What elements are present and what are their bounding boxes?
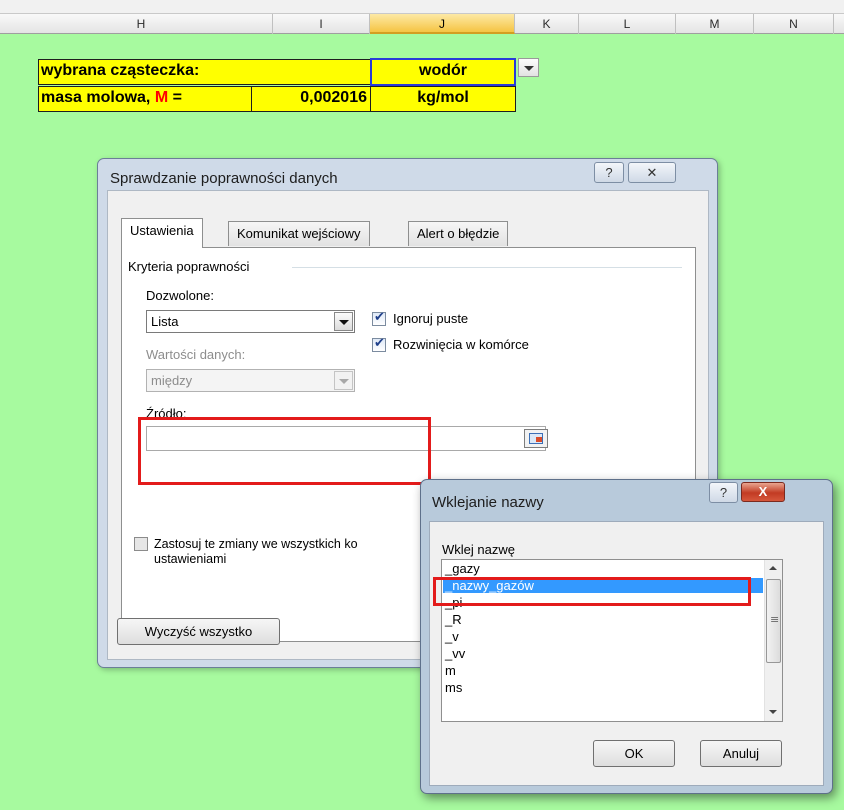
allow-select-value: Lista — [151, 314, 179, 329]
cell-dropdown-arrow[interactable] — [518, 58, 539, 77]
chevron-down-icon — [334, 371, 353, 390]
ignore-blank-label[interactable]: Ignoruj puste — [393, 311, 468, 326]
list-item[interactable]: m — [445, 663, 456, 678]
clear-all-button[interactable]: Wyczyść wszystko — [117, 618, 280, 645]
column-header-k[interactable]: K — [515, 14, 579, 34]
column-header-m[interactable]: M — [676, 14, 754, 34]
list-item[interactable]: _vv — [445, 646, 465, 661]
ignore-blank-checkbox[interactable] — [372, 310, 386, 326]
scroll-up-icon[interactable] — [765, 560, 782, 577]
apply-all-checkbox[interactable] — [134, 537, 148, 551]
in-cell-dropdown-checkbox[interactable] — [372, 336, 386, 352]
paste-dialog-body: Wklej nazwę _gazy _nazwy_gazów _pi _R _v… — [429, 521, 824, 786]
list-item[interactable]: ms — [445, 680, 462, 695]
chevron-down-icon[interactable] — [334, 312, 353, 331]
cell-molar-mass-unit[interactable]: kg/mol — [370, 86, 516, 112]
list-scrollbar[interactable] — [764, 560, 782, 721]
in-cell-dropdown-label[interactable]: Rozwinięcia w komórce — [393, 337, 529, 352]
help-button[interactable]: ? — [594, 162, 624, 183]
range-select-icon — [529, 433, 543, 444]
dialog-title: Sprawdzanie poprawności danych — [110, 170, 338, 187]
column-header-h[interactable]: H — [10, 14, 273, 34]
cell-selected-molecule-value[interactable]: wodór — [370, 58, 516, 86]
collapse-dialog-button[interactable] — [524, 429, 548, 448]
close-button[interactable]: X — [741, 482, 785, 502]
ribbon-strip — [0, 0, 844, 14]
paste-dialog-title: Wklejanie nazwy — [432, 494, 544, 511]
allow-select[interactable]: Lista — [146, 310, 355, 333]
scroll-down-icon[interactable] — [765, 704, 782, 721]
data-select-value: między — [151, 373, 193, 388]
list-item[interactable]: _v — [445, 629, 459, 644]
highlight-selected-name — [433, 577, 751, 606]
list-item[interactable]: _gazy — [445, 561, 480, 576]
cancel-button[interactable]: Anuluj — [700, 740, 782, 767]
column-headers: H I J K L M N — [0, 14, 844, 34]
column-header-l[interactable]: L — [579, 14, 676, 34]
paste-name-label: Wklej nazwę — [442, 542, 515, 557]
ok-button[interactable]: OK — [593, 740, 675, 767]
apply-all-label-line1[interactable]: Zastosuj te zmiany we wszystkich ko — [154, 537, 358, 551]
column-header-i[interactable]: I — [273, 14, 370, 34]
molar-mass-prefix: masa molowa, — [41, 89, 155, 106]
tab-settings[interactable]: Ustawienia — [121, 218, 203, 248]
column-header-n[interactable]: N — [754, 14, 834, 34]
list-item[interactable]: _R — [445, 612, 462, 627]
scroll-thumb[interactable] — [766, 579, 781, 663]
group-divider — [292, 267, 682, 268]
data-select: między — [146, 369, 355, 392]
highlight-source-box — [138, 417, 431, 485]
molar-mass-symbol: M — [154, 89, 169, 106]
cell-selected-molecule-label[interactable]: wybrana cząsteczka: — [38, 59, 371, 85]
tab-input-message[interactable]: Komunikat wejściowy — [228, 221, 370, 246]
close-button[interactable]: ✕ — [628, 162, 676, 183]
cell-molar-mass-value[interactable]: 0,002016 — [251, 86, 371, 112]
molar-mass-suffix: = — [168, 89, 182, 106]
validation-criteria-label: Kryteria poprawności — [128, 259, 250, 274]
paste-name-dialog: Wklejanie nazwy ? X Wklej nazwę _gazy _n… — [420, 479, 833, 794]
apply-all-label-line2[interactable]: ustawieniami — [154, 552, 226, 566]
allow-label: Dozwolone: — [146, 288, 214, 303]
cell-molar-mass-label[interactable]: masa molowa, M = — [38, 86, 252, 112]
help-button[interactable]: ? — [709, 482, 738, 503]
data-label: Wartości danych: — [146, 347, 246, 362]
column-header-j[interactable]: J — [370, 14, 515, 34]
tab-error-alert[interactable]: Alert o błędzie — [408, 221, 509, 246]
